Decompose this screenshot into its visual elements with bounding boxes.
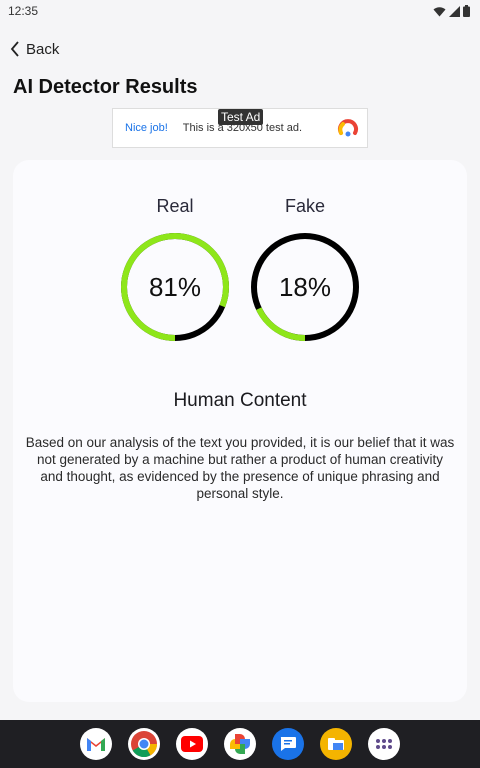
- real-score-ring: 81%: [120, 232, 230, 342]
- status-icons: [433, 5, 470, 17]
- fake-score-value: 18%: [278, 271, 332, 302]
- status-time: 12:35: [8, 4, 39, 18]
- results-card: [13, 160, 467, 702]
- real-label: Real: [156, 196, 194, 216]
- back-label: Back: [26, 40, 60, 58]
- ad-tag: Test Ad: [218, 109, 264, 125]
- fake-score-ring: 18%: [250, 232, 360, 342]
- signal-icon: [449, 5, 460, 17]
- verdict-explanation: Based on our analysis of the text you pr…: [25, 435, 455, 501]
- photos-icon[interactable]: [224, 728, 256, 760]
- chrome-icon[interactable]: [128, 728, 160, 760]
- verdict-heading: Human Content: [173, 390, 307, 411]
- messages-icon[interactable]: [272, 728, 304, 760]
- wifi-icon: [433, 6, 446, 16]
- ad-cta[interactable]: Nice job!: [125, 122, 168, 134]
- gmail-icon[interactable]: [80, 728, 112, 760]
- chevron-left-icon: [10, 41, 19, 57]
- app-dock: [0, 720, 480, 768]
- fake-label: Fake: [284, 196, 326, 216]
- ad-logo-icon: [338, 119, 358, 137]
- battery-icon: [463, 5, 470, 17]
- real-score-value: 81%: [148, 271, 202, 302]
- status-bar: 12:35: [0, 0, 480, 22]
- youtube-icon[interactable]: [176, 728, 208, 760]
- back-button[interactable]: Back: [10, 38, 59, 60]
- app-drawer-icon[interactable]: [368, 728, 400, 760]
- files-icon[interactable]: [320, 728, 352, 760]
- page-title: AI Detector Results: [13, 76, 198, 98]
